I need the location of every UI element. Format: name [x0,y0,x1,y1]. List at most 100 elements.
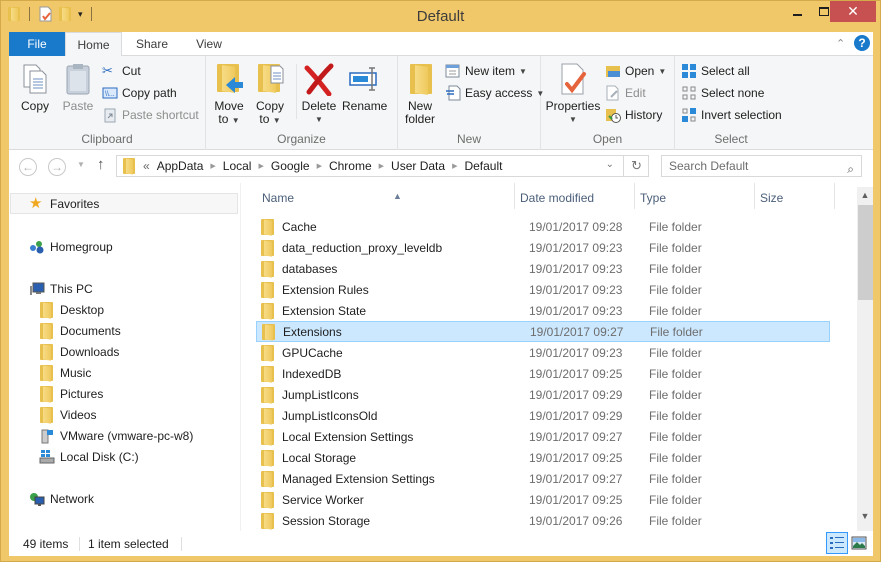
navigation-pane: ★ Favorites Homegroup This PC Desktop Doc… [9,183,241,531]
vertical-scrollbar[interactable]: ▲ ▼ [857,187,873,531]
forward-arrow-icon: → [51,160,63,174]
close-button[interactable]: ✕ [830,1,876,22]
help-icon[interactable]: ? [854,35,870,51]
nav-label: Pictures [60,386,104,401]
tab-share[interactable]: Share [125,32,179,56]
new-group-label: New [456,132,481,146]
breadcrumb-separator-icon[interactable]: ▶ [379,162,384,170]
column-header-date[interactable]: Date modified [514,187,634,209]
breadcrumb-separator-icon[interactable]: ▶ [317,162,322,170]
breadcrumb-separator-icon[interactable]: ▶ [452,162,457,170]
nav-this-pc[interactable]: This PC [29,278,93,299]
search-input[interactable]: Search Default ⌕ [661,155,862,177]
copy-button[interactable]: Copy [18,62,52,113]
copy-path-button[interactable]: \\... Copy path [102,84,177,102]
forward-button[interactable]: → [48,158,66,176]
collapse-ribbon-icon[interactable]: ⌃ [836,37,845,50]
nav-local-disk-c[interactable]: Local Disk (C:) [39,446,139,467]
easy-access-button[interactable]: Easy access ▼ [445,84,544,102]
large-icons-view-button[interactable] [850,534,868,552]
address-history-chevron-icon[interactable]: ⌄ [606,159,614,170]
breadcrumb-local[interactable]: Local [223,159,252,173]
scrollbar-thumb[interactable] [858,205,873,300]
file-row[interactable]: Local Storage 19/01/2017 09:25 File folder [256,447,830,468]
breadcrumb-user-data[interactable]: User Data [391,159,445,173]
file-row[interactable]: Cache 19/01/2017 09:28 File folder [256,216,830,237]
properties-button[interactable]: Properties ▼ [545,62,601,126]
nav-homegroup[interactable]: Homegroup [29,236,113,257]
up-button[interactable]: ↑ [97,156,105,173]
edit-button[interactable]: Edit [605,84,646,102]
file-row[interactable]: Extension State 19/01/2017 09:23 File fold… [256,300,830,321]
back-arrow-icon: ← [22,160,34,174]
tab-file[interactable]: File [9,32,65,56]
file-row[interactable]: Service Worker 19/01/2017 09:25 File folde… [256,489,830,510]
dropdown-caret-icon: ▼ [315,115,323,124]
open-button[interactable]: Open ▼ [605,62,666,80]
details-view-button[interactable] [826,532,848,554]
move-to-label-2: to [218,112,229,126]
file-row[interactable]: GPUCache 19/01/2017 09:23 File folder [256,342,830,363]
select-none-button[interactable]: Select none [681,84,764,102]
paste-shortcut-button[interactable]: Paste shortcut [102,106,199,124]
nav-desktop[interactable]: Desktop [39,299,104,320]
scroll-down-icon[interactable]: ▼ [857,508,873,525]
minimize-button[interactable] [784,1,810,22]
move-to-button[interactable]: Move to ▼ [212,62,246,127]
breadcrumb-google[interactable]: Google [271,159,310,173]
history-icon [605,107,621,123]
copy-to-button[interactable]: Copy to ▼ [253,62,287,127]
column-header-size[interactable]: Size [754,187,834,209]
invert-selection-button[interactable]: Invert selection [681,106,782,124]
new-item-label: New item [465,64,516,78]
search-icon[interactable]: ⌕ [847,159,854,179]
file-name: Extensions [283,324,342,339]
file-row[interactable]: Extensions 19/01/2017 09:27 File folder [256,321,830,342]
rename-button[interactable]: Rename [342,62,387,113]
paste-button[interactable]: Paste [61,62,95,113]
file-row[interactable]: JumpListIcons 19/01/2017 09:29 File folder [256,384,830,405]
column-divider[interactable] [834,183,835,209]
breadcrumb-chrome[interactable]: Chrome [329,159,372,173]
new-folder-button[interactable]: New folder [402,62,438,126]
nav-network[interactable]: Network [29,488,94,509]
file-date-modified: 19/01/2017 09:25 [529,366,623,381]
nav-favorites[interactable]: ★ Favorites [10,193,238,214]
tab-home[interactable]: Home [65,32,122,57]
scroll-up-icon[interactable]: ▲ [857,187,873,204]
file-row[interactable]: databases 19/01/2017 09:23 File folder [256,258,830,279]
file-row[interactable]: IndexedDB 19/01/2017 09:25 File folder [256,363,830,384]
nav-downloads[interactable]: Downloads [39,341,119,362]
delete-button[interactable]: Delete ▼ [300,62,338,126]
nav-pictures[interactable]: Pictures [39,383,103,404]
breadcrumb-default[interactable]: Default [464,159,502,173]
select-all-button[interactable]: Select all [681,62,750,80]
breadcrumb-separator-icon[interactable]: ▶ [258,162,263,170]
address-bar[interactable]: « AppData ▶ Local ▶ Google ▶ Chrome ▶ Us… [116,155,649,177]
file-row[interactable]: JumpListIconsOld 19/01/2017 09:29 File fol… [256,405,830,426]
history-button[interactable]: History [605,106,662,124]
new-item-button[interactable]: New item ▼ [445,62,527,80]
file-row[interactable]: Extension Rules 19/01/2017 09:23 File fold… [256,279,830,300]
file-type: File folder [649,261,702,276]
nav-videos[interactable]: Videos [39,404,96,425]
nav-music[interactable]: Music [39,362,91,383]
file-row[interactable]: data_reduction_proxy_leveldb 19/01/2017 0… [256,237,830,258]
back-button[interactable]: ← [19,158,37,176]
file-row[interactable]: Local Extension Settings 19/01/2017 09:27… [256,426,830,447]
nav-documents[interactable]: Documents [39,320,121,341]
breadcrumb-overflow[interactable]: « [143,159,150,173]
file-row[interactable]: Managed Extension Settings 19/01/2017 09:… [256,468,830,489]
column-header-type[interactable]: Type [634,187,754,209]
breadcrumb-appdata[interactable]: AppData [157,159,204,173]
select-all-icon [681,63,697,79]
tab-view[interactable]: View [184,32,234,56]
refresh-icon[interactable]: ↻ [631,158,642,174]
nav-label: VMware (vmware-pc-w8) [60,428,194,443]
breadcrumb-separator-icon[interactable]: ▶ [210,162,215,170]
nav-vmware-vmware-pc-w8[interactable]: VMware (vmware-pc-w8) [39,425,193,446]
column-header-name[interactable]: Name ▲ [256,187,514,209]
cut-button[interactable]: ✂ Cut [102,62,141,80]
recent-locations-dropdown[interactable]: ▼ [77,160,85,169]
file-row[interactable]: Session Storage 19/01/2017 09:26 File fold… [256,510,830,531]
